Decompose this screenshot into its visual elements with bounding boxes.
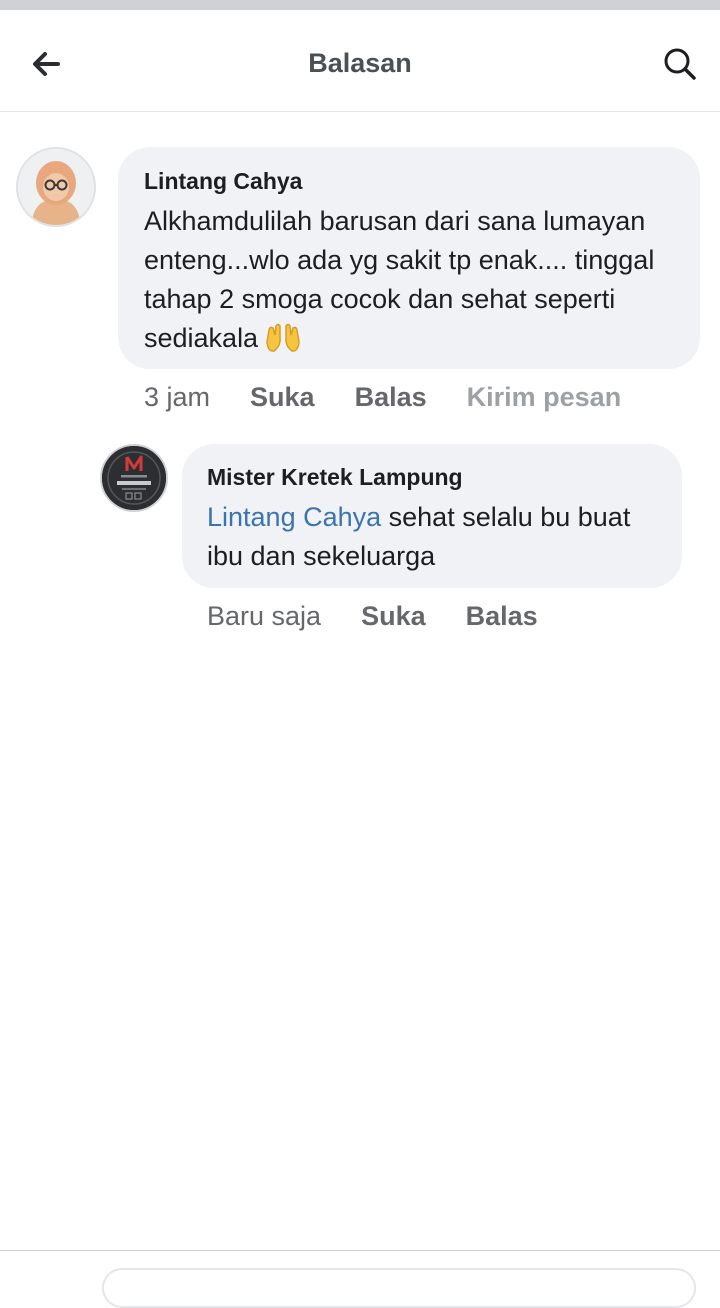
page-title: Balasan bbox=[308, 48, 412, 78]
comment-text: Alkhamdulilah barusan dari sana lumayan … bbox=[144, 202, 674, 365]
mention-link[interactable]: Lintang Cahya bbox=[207, 502, 381, 532]
composer-divider bbox=[0, 1250, 720, 1251]
raised-hands-icon bbox=[264, 322, 302, 365]
like-button[interactable]: Suka bbox=[250, 382, 315, 413]
reply-author[interactable]: Mister Kretek Lampung bbox=[207, 463, 657, 491]
comment-text-content: Alkhamdulilah barusan dari sana lumayan … bbox=[144, 206, 655, 353]
commenter-avatar[interactable] bbox=[16, 147, 96, 227]
app-header: Balasan bbox=[0, 10, 720, 112]
profile-photo-icon bbox=[18, 149, 94, 225]
reply-author-avatar[interactable] bbox=[100, 444, 168, 512]
comment-actions: 3 jam Suka Balas Kirim pesan bbox=[144, 382, 621, 413]
search-button[interactable] bbox=[658, 42, 702, 86]
search-icon bbox=[664, 48, 696, 80]
reply-text: Lintang Cahya sehat selalu bu buat ibu d… bbox=[207, 498, 657, 576]
send-message-button[interactable]: Kirim pesan bbox=[467, 382, 622, 413]
reply-reply-button[interactable]: Balas bbox=[466, 601, 538, 632]
reply-input-field[interactable] bbox=[102, 1268, 696, 1308]
page-logo-icon bbox=[102, 446, 166, 510]
reply-bubble[interactable]: Mister Kretek Lampung Lintang Cahya seha… bbox=[182, 444, 682, 588]
comment-timestamp: 3 jam bbox=[144, 382, 211, 412]
reply-timestamp: Baru saja bbox=[207, 601, 322, 631]
status-bar-strip bbox=[0, 0, 720, 10]
comment-author[interactable]: Lintang Cahya bbox=[144, 167, 674, 195]
comment-bubble[interactable]: Lintang Cahya Alkhamdulilah barusan dari… bbox=[118, 147, 700, 369]
reply-actions: Baru saja Suka Balas bbox=[207, 601, 578, 632]
reply-button[interactable]: Balas bbox=[355, 382, 427, 413]
reply-like-button[interactable]: Suka bbox=[361, 601, 426, 632]
